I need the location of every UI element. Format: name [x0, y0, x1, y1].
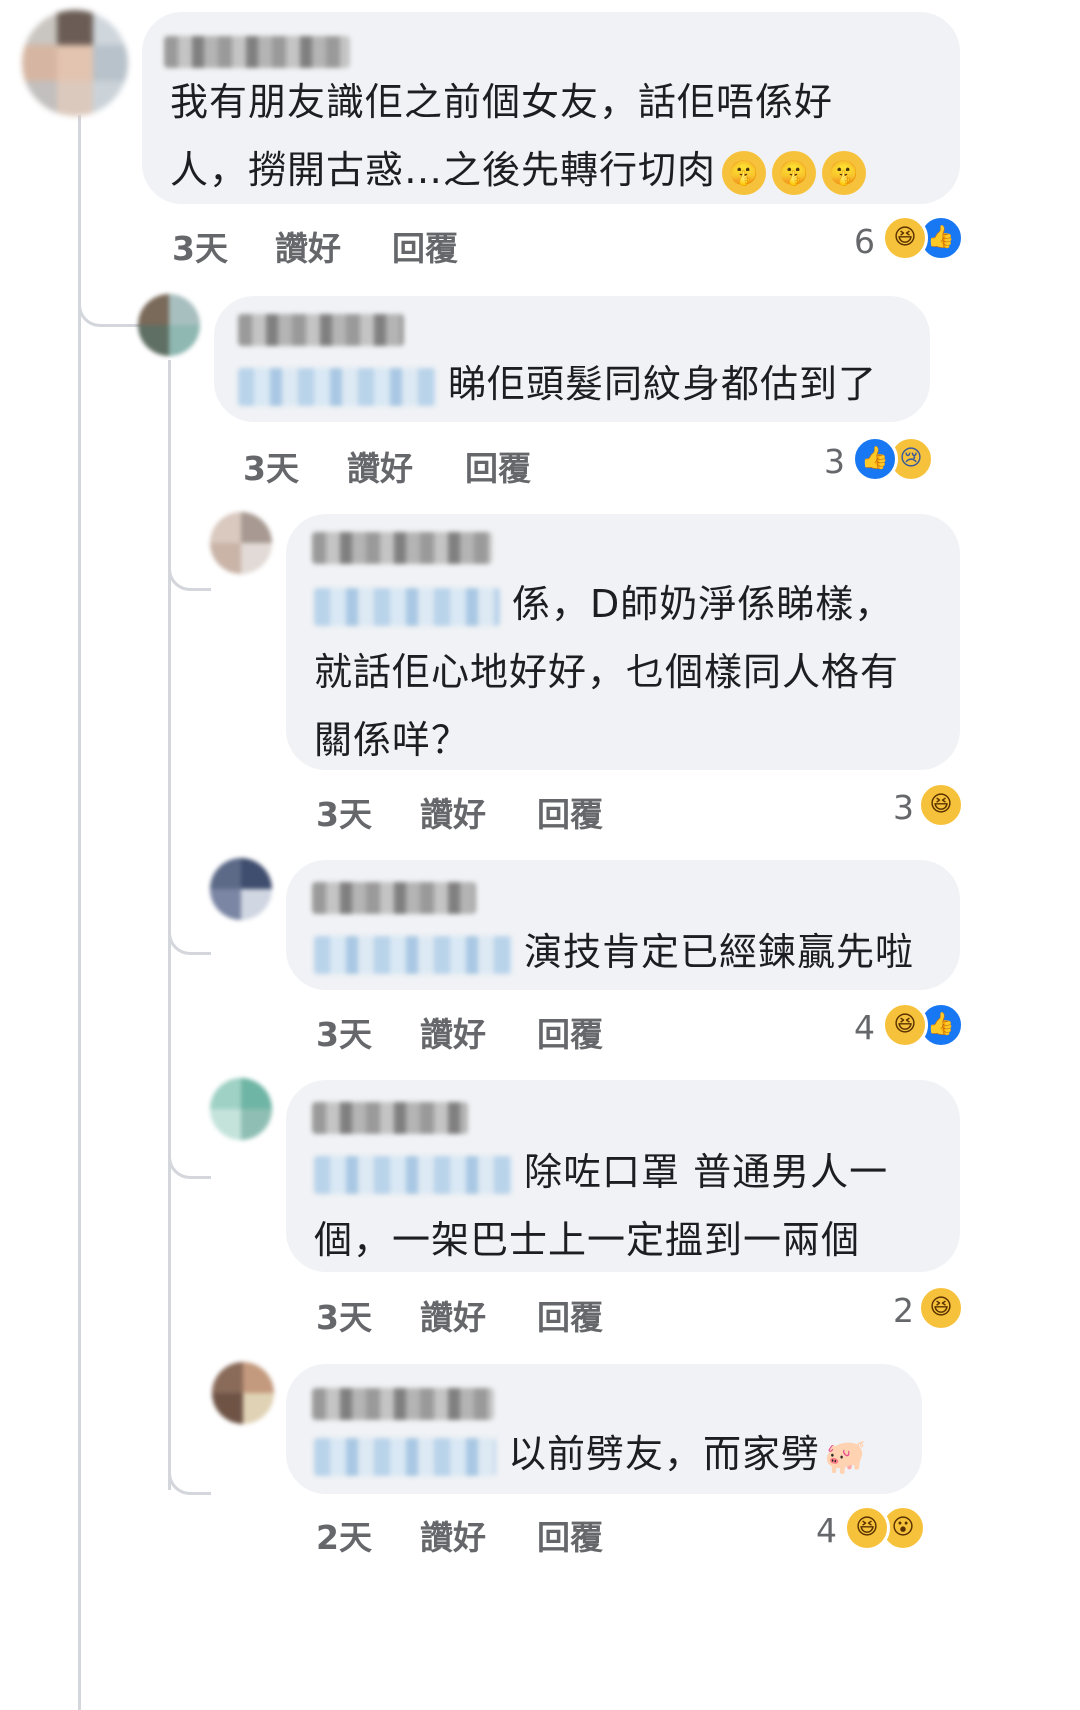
comment-text: 演技肯定已經鍊贏先啦 — [314, 918, 914, 986]
comment-bubble: 係，D師奶淨係睇樣， 就話佢心地好好，乜個樣同人格有 關係咩？ — [286, 514, 960, 770]
comment-line: 我有朋友識佢之前個女友，話佢唔係好 — [170, 80, 834, 124]
haha-icon: 😆 — [882, 1002, 928, 1048]
avatar[interactable] — [22, 10, 128, 116]
haha-icon: 😆 — [844, 1505, 890, 1551]
reply-button[interactable]: 回覆 — [537, 788, 603, 836]
avatar[interactable] — [210, 858, 272, 920]
comment-bubble: 演技肯定已經鍊贏先啦 — [286, 860, 960, 990]
comment-bubble: 我有朋友識佢之前個女友，話佢唔係好 人，撈開古惑…之後先轉行切肉 🤫 🤫 🤫 — [142, 12, 960, 204]
comment-time[interactable]: 3天 — [316, 1008, 372, 1056]
comment-time[interactable]: 3天 — [172, 222, 228, 270]
mention-tag[interactable] — [314, 587, 500, 626]
comment-time[interactable]: 3天 — [243, 442, 299, 490]
thread-connector — [78, 268, 141, 327]
comment-text: 係，D師奶淨係睇樣， 就話佢心地好好，乜個樣同人格有 關係咩？ — [314, 570, 899, 774]
avatar[interactable] — [210, 512, 272, 574]
like-button[interactable]: 讚好 — [347, 442, 413, 490]
comment-time[interactable]: 3天 — [316, 1291, 372, 1339]
shushing-face-icon: 🤫 — [722, 150, 767, 195]
shushing-face-icon: 🤫 — [772, 150, 817, 195]
haha-icon: 😆 — [882, 215, 928, 261]
comment-bubble: 除咗口罩 普通男人一 個，一架巴士上一定搵到一兩個 — [286, 1080, 960, 1272]
comment-text: 除咗口罩 普通男人一 個，一架巴士上一定搵到一兩個 — [314, 1138, 888, 1274]
commenter-name[interactable] — [312, 882, 476, 914]
avatar[interactable] — [210, 1078, 272, 1140]
like-button[interactable]: 讚好 — [420, 1291, 486, 1339]
thread-connector — [168, 1120, 211, 1179]
reaction-count[interactable]: 3 — [824, 442, 845, 481]
reply-button[interactable]: 回覆 — [392, 222, 458, 270]
comment-line: 個，一架巴士上一定搵到一兩個 — [314, 1218, 861, 1262]
commenter-name[interactable] — [164, 36, 350, 68]
comment-line: 係，D師奶淨係睇樣， — [314, 570, 899, 638]
like-button[interactable]: 讚好 — [420, 1511, 486, 1559]
comment-time[interactable]: 2天 — [316, 1511, 372, 1559]
reaction-count[interactable]: 3 — [893, 788, 914, 827]
reaction-count[interactable]: 2 — [893, 1291, 914, 1330]
like-button[interactable]: 讚好 — [275, 222, 341, 270]
avatar[interactable] — [138, 294, 200, 356]
thread-connector — [168, 900, 211, 955]
comment-line: 關係咩？ — [314, 718, 471, 762]
comment-text: 以前劈友，而家劈 🐖 — [314, 1420, 867, 1491]
commenter-name[interactable] — [312, 1388, 494, 1420]
mention-tag[interactable] — [314, 1437, 496, 1476]
haha-icon: 😆 — [918, 1285, 964, 1331]
haha-icon: 😆 — [918, 782, 964, 828]
commenter-name[interactable] — [312, 1102, 468, 1134]
mention-tag[interactable] — [314, 935, 512, 974]
thread-line-main — [78, 115, 81, 1710]
like-button[interactable]: 讚好 — [420, 788, 486, 836]
comment-bubble: 以前劈友，而家劈 🐖 — [286, 1364, 922, 1494]
mention-tag[interactable] — [238, 367, 436, 406]
like-button[interactable]: 讚好 — [420, 1008, 486, 1056]
commenter-name[interactable] — [312, 532, 492, 564]
pig-icon: 🐖 — [824, 1436, 868, 1477]
comment-text: 我有朋友識佢之前個女友，話佢唔係好 人，撈開古惑…之後先轉行切肉 🤫 🤫 🤫 — [170, 68, 867, 204]
comment-text: 睇佢頭髮同紋身都估到了 — [238, 350, 877, 418]
like-icon: 👍 — [852, 436, 898, 482]
comment-line: 人，撈開古惑…之後先轉行切肉 🤫 🤫 🤫 — [170, 136, 867, 204]
comment-line: 除咗口罩 普通男人一 — [314, 1138, 888, 1206]
reply-button[interactable]: 回覆 — [537, 1008, 603, 1056]
comment-time[interactable]: 3天 — [316, 788, 372, 836]
comment-line: 就話佢心地好好，乜個樣同人格有 — [314, 650, 900, 694]
reaction-count[interactable]: 4 — [854, 1008, 875, 1047]
thread-connector — [168, 540, 211, 591]
reaction-count[interactable]: 4 — [816, 1511, 837, 1550]
reaction-count[interactable]: 6 — [854, 222, 875, 261]
commenter-name[interactable] — [238, 314, 404, 346]
reply-button[interactable]: 回覆 — [537, 1511, 603, 1559]
avatar[interactable] — [212, 1362, 274, 1424]
mention-tag[interactable] — [314, 1155, 512, 1194]
comment-bubble: 睇佢頭髮同紋身都估到了 — [214, 296, 930, 422]
reply-button[interactable]: 回覆 — [537, 1291, 603, 1339]
reply-button[interactable]: 回覆 — [465, 442, 531, 490]
shushing-face-icon: 🤫 — [822, 150, 867, 195]
thread-connector — [168, 1440, 211, 1495]
